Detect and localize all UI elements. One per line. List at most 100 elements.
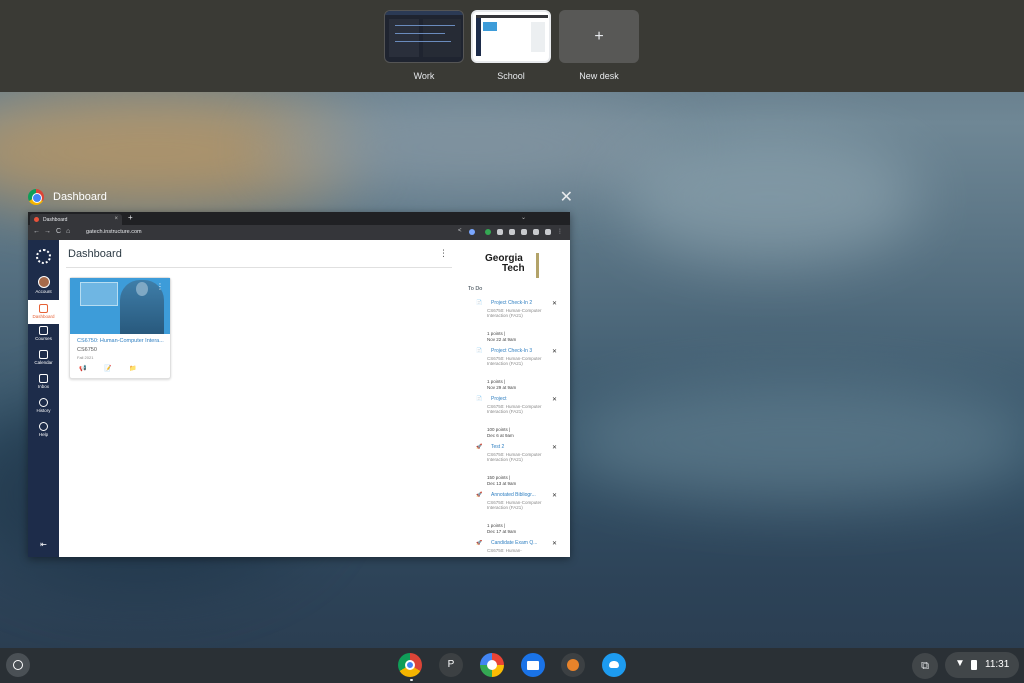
nav-history-label: History (36, 408, 51, 413)
tab-search-icon[interactable]: ⌄ (521, 214, 526, 221)
assignments-icon[interactable]: 📝 (104, 365, 111, 372)
todo-due: Nov 29 at 9am (487, 385, 517, 390)
nav-dashboard[interactable]: Dashboard (28, 300, 59, 324)
todo-title[interactable]: Candidate Exam Q... (491, 540, 537, 546)
canvas-logo-icon[interactable] (36, 249, 51, 264)
announcements-icon[interactable]: 📢 (79, 365, 86, 372)
course-card[interactable]: ⋮ CS6750: Human-Computer Intera... CS675… (69, 277, 171, 379)
page-title: Dashboard (68, 248, 122, 260)
todo-item[interactable]: 📄 Project Check-In 2 ✕ CS6750: Human-Com… (476, 300, 562, 346)
chrome-icon (28, 189, 44, 205)
twitter-app-icon[interactable] (602, 653, 626, 677)
menu-icon[interactable]: ⋮ (557, 228, 563, 235)
tab-close-icon[interactable]: × (114, 216, 118, 222)
nav-calendar-label: Calendar (34, 360, 53, 365)
tab-strip: Dashboard × + ⌄ (28, 212, 570, 225)
nav-account[interactable]: Account (28, 276, 59, 294)
photos-app-icon[interactable] (480, 653, 504, 677)
todo-item[interactable]: 🚀 Candidate Exam Q... ✕ CS6750: Human- (476, 540, 562, 557)
todo-title[interactable]: Project (491, 396, 507, 402)
desk-work[interactable]: Work (384, 10, 464, 81)
nav-inbox-label: Inbox (37, 384, 49, 389)
files-folder-icon[interactable]: 📁 (129, 365, 136, 372)
files-app-icon[interactable] (521, 653, 545, 677)
calendar-icon (39, 350, 48, 359)
dismiss-icon[interactable]: ✕ (552, 396, 557, 403)
status-tray[interactable]: ▼ 11:31 (945, 652, 1019, 678)
assignment-icon: 📄 (476, 348, 483, 354)
todo-item[interactable]: 🚀 Annotated Bibliogr... ✕ CS6750: Human-… (476, 492, 562, 538)
nav-dashboard-label: Dashboard (32, 314, 55, 319)
star-icon[interactable] (469, 229, 475, 235)
dismiss-icon[interactable]: ✕ (552, 492, 557, 499)
p-app-icon[interactable]: P (439, 653, 463, 677)
new-desk-button[interactable]: + New desk (559, 10, 639, 81)
todo-heading: To Do (468, 286, 483, 292)
address-bar[interactable]: gatech.instructure.com (76, 227, 456, 238)
extension-icon[interactable] (497, 229, 503, 235)
launcher-button[interactable] (6, 653, 30, 677)
course-card-code: CS6750 (77, 347, 97, 353)
plus-icon: + (559, 10, 639, 63)
desk-school[interactable]: School (471, 10, 551, 81)
todo-course: CS6750: Human-Computer Interaction (FA21… (487, 452, 542, 463)
sidepanel-icon[interactable] (545, 229, 551, 235)
divider (66, 267, 452, 268)
todo-item[interactable]: 📄 Project Check-In 3 ✕ CS6750: Human-Com… (476, 348, 562, 394)
profile-icon[interactable] (533, 229, 539, 235)
forward-icon[interactable]: → (44, 228, 51, 235)
desk-work-label: Work (413, 71, 435, 81)
dashboard-options-icon[interactable]: ⋮ (439, 248, 448, 259)
todo-points: 1 points | (487, 523, 506, 528)
desk-work-preview (384, 10, 464, 63)
todo-points: 1 points | (487, 379, 506, 384)
url-text: gatech.instructure.com (86, 229, 142, 235)
card-options-icon[interactable]: ⋮ (156, 282, 164, 291)
window-header: Dashboard ✕ (28, 189, 573, 207)
close-icon[interactable]: ✕ (560, 187, 573, 207)
dismiss-icon[interactable]: ✕ (552, 348, 557, 355)
puzzle-icon[interactable] (521, 229, 527, 235)
todo-title[interactable]: Test 2 (491, 444, 504, 450)
dismiss-icon[interactable]: ✕ (552, 444, 557, 451)
share-icon[interactable]: < (458, 228, 464, 234)
global-nav: Account Dashboard Courses Calendar Inbox… (28, 240, 59, 557)
squid-app-icon[interactable] (561, 653, 585, 677)
todo-title[interactable]: Annotated Bibliogr... (491, 492, 536, 498)
todo-title[interactable]: Project Check-In 2 (491, 300, 532, 306)
course-card-image[interactable]: ⋮ (70, 278, 170, 334)
todo-item[interactable]: 🚀 Test 2 ✕ CS6750: Human-Computer Intera… (476, 444, 562, 490)
nav-courses[interactable]: Courses (28, 326, 59, 341)
new-tab-icon[interactable]: + (128, 213, 133, 222)
reload-icon[interactable]: C (56, 228, 61, 235)
georgia-tech-logo: Georgia Tech (483, 253, 543, 279)
collapse-nav-icon[interactable]: ⇤ (28, 540, 59, 549)
todo-title[interactable]: Project Check-In 3 (491, 348, 532, 354)
home-icon[interactable]: ⌂ (66, 228, 70, 235)
todo-item[interactable]: 📄 Project ✕ CS6750: Human-Computer Inter… (476, 396, 562, 442)
shield-icon[interactable] (509, 229, 515, 235)
nav-history[interactable]: History (28, 398, 59, 413)
todo-due: Dec 13 at 9am (487, 481, 517, 486)
desks-overview-icon[interactable]: ⧉ (912, 653, 938, 679)
dismiss-icon[interactable]: ✕ (552, 540, 557, 547)
desk-school-label: School (497, 71, 525, 81)
back-icon[interactable]: ← (33, 228, 40, 235)
browser-window[interactable]: Dashboard × + ⌄ ← → C ⌂ gatech.instructu… (28, 212, 570, 557)
quiz-icon: 🚀 (476, 540, 483, 546)
dashboard-icon (39, 304, 48, 313)
nav-inbox[interactable]: Inbox (28, 374, 59, 389)
nav-courses-label: Courses (35, 336, 52, 341)
course-card-title[interactable]: CS6750: Human-Computer Intera... (77, 338, 167, 344)
tab-title: Dashboard (43, 217, 68, 223)
dismiss-icon[interactable]: ✕ (552, 300, 557, 307)
battery-icon (971, 660, 977, 670)
tab-dashboard[interactable]: Dashboard × (30, 214, 122, 225)
nav-help[interactable]: Help (28, 422, 59, 437)
nav-calendar[interactable]: Calendar (28, 350, 59, 365)
extension-green-icon[interactable] (485, 229, 491, 235)
history-icon (39, 398, 48, 407)
wifi-icon: ▼ (955, 658, 965, 669)
todo-course: CS6750: Human-Computer Interaction (FA21… (487, 500, 542, 511)
chrome-app-icon[interactable] (398, 653, 422, 677)
